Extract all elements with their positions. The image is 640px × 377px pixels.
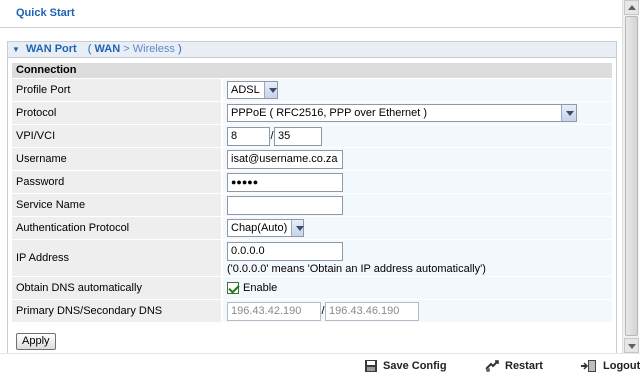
auth-protocol-value: Chap(Auto) xyxy=(231,222,288,234)
vpi-vci-label: VPI/VCI xyxy=(12,125,223,147)
breadcrumb-wireless[interactable]: Wireless xyxy=(133,43,175,55)
panel-title: WAN Port xyxy=(25,43,77,55)
scroll-up-icon[interactable] xyxy=(624,0,639,15)
restart-button[interactable]: Restart xyxy=(484,359,543,373)
row-obtain-dns: Obtain DNS automatically Enable xyxy=(12,277,612,299)
obtain-dns-label: Obtain DNS automatically xyxy=(12,277,223,299)
vertical-scrollbar[interactable] xyxy=(622,0,639,353)
auth-protocol-select[interactable]: Chap(Auto) xyxy=(227,219,304,237)
chevron-down-icon[interactable] xyxy=(291,220,304,236)
wan-port-panel: ▼ WAN Port ( WAN > Wireless ) Connection… xyxy=(7,41,617,353)
breadcrumb-separator: > xyxy=(123,43,130,55)
row-username: Username isat@username.co.za xyxy=(12,148,612,170)
breadcrumb-open: ( xyxy=(87,43,92,55)
section-connection: Connection xyxy=(12,63,612,78)
ip-address-label: IP Address xyxy=(12,240,223,276)
username-label: Username xyxy=(12,148,223,170)
scroll-down-icon[interactable] xyxy=(624,338,639,353)
protocol-label: Protocol xyxy=(12,102,223,124)
panel-title-bar: ▼ WAN Port ( WAN > Wireless ) xyxy=(8,42,616,58)
logout-label: Logout xyxy=(603,360,640,372)
scroll-thumb[interactable] xyxy=(625,16,638,336)
collapse-triangle-icon[interactable]: ▼ xyxy=(12,45,20,54)
logout-button[interactable]: Logout xyxy=(580,359,640,373)
row-password: Password ●●●●● xyxy=(12,171,612,193)
breadcrumb: ( WAN > Wireless ) xyxy=(88,43,182,55)
vci-input[interactable]: 35 xyxy=(274,126,322,146)
save-config-label: Save Config xyxy=(383,360,447,372)
service-name-input[interactable] xyxy=(227,195,343,215)
row-ip-address: IP Address 0.0.0.0 ('0.0.0.0' means 'Obt… xyxy=(12,240,612,276)
auth-protocol-label: Authentication Protocol xyxy=(12,217,223,239)
dns-label: Primary DNS/Secondary DNS xyxy=(12,300,223,322)
ip-address-note: ('0.0.0.0' means 'Obtain an IP address a… xyxy=(227,262,486,275)
enable-dns-label: Enable xyxy=(243,281,278,294)
apply-button[interactable]: Apply xyxy=(16,333,56,350)
chevron-down-icon[interactable] xyxy=(263,82,277,98)
header-bar: Quick Start xyxy=(0,0,622,28)
protocol-value: PPPoE ( RFC2516, PPP over Ethernet ) xyxy=(231,107,428,119)
content-area: Quick Start ▼ WAN Port ( WAN > Wireless … xyxy=(0,0,622,353)
password-input[interactable]: ●●●●● xyxy=(227,172,343,192)
ip-address-input[interactable]: 0.0.0.0 xyxy=(227,241,343,261)
quick-start-link[interactable]: Quick Start xyxy=(16,7,75,19)
enable-dns-checkbox[interactable] xyxy=(227,282,239,295)
row-vpi-vci: VPI/VCI 8/35 xyxy=(12,125,612,147)
secondary-dns-input: 196.43.46.190 xyxy=(325,301,419,321)
protocol-select[interactable]: PPPoE ( RFC2516, PPP over Ethernet ) xyxy=(227,104,577,122)
save-config-button[interactable]: Save Config xyxy=(364,359,447,373)
connection-form: Profile Port ADSL Protocol PPPoE ( RFC25… xyxy=(12,78,612,323)
logout-icon xyxy=(581,360,596,372)
row-dns: Primary DNS/Secondary DNS 196.43.42.190/… xyxy=(12,300,612,322)
password-label: Password xyxy=(12,171,223,193)
service-name-label: Service Name xyxy=(12,194,223,216)
chevron-down-icon[interactable] xyxy=(561,105,576,121)
profile-port-select[interactable]: ADSL xyxy=(227,81,278,99)
bottom-toolbar: Save Config Restart Logout xyxy=(0,353,640,377)
row-service-name: Service Name xyxy=(12,194,612,216)
row-profile-port: Profile Port ADSL xyxy=(12,79,612,101)
vpi-input[interactable]: 8 xyxy=(227,126,270,146)
profile-port-value: ADSL xyxy=(231,84,260,96)
restart-label: Restart xyxy=(505,360,543,372)
restart-icon xyxy=(485,360,499,372)
breadcrumb-close: ) xyxy=(177,43,182,55)
profile-port-label: Profile Port xyxy=(12,79,223,101)
row-protocol: Protocol PPPoE ( RFC2516, PPP over Ether… xyxy=(12,102,612,124)
breadcrumb-wan[interactable]: WAN xyxy=(95,43,121,55)
row-auth-protocol: Authentication Protocol Chap(Auto) xyxy=(12,217,612,239)
username-input[interactable]: isat@username.co.za xyxy=(227,149,343,169)
primary-dns-input: 196.43.42.190 xyxy=(227,301,321,321)
save-disk-icon xyxy=(365,360,377,372)
